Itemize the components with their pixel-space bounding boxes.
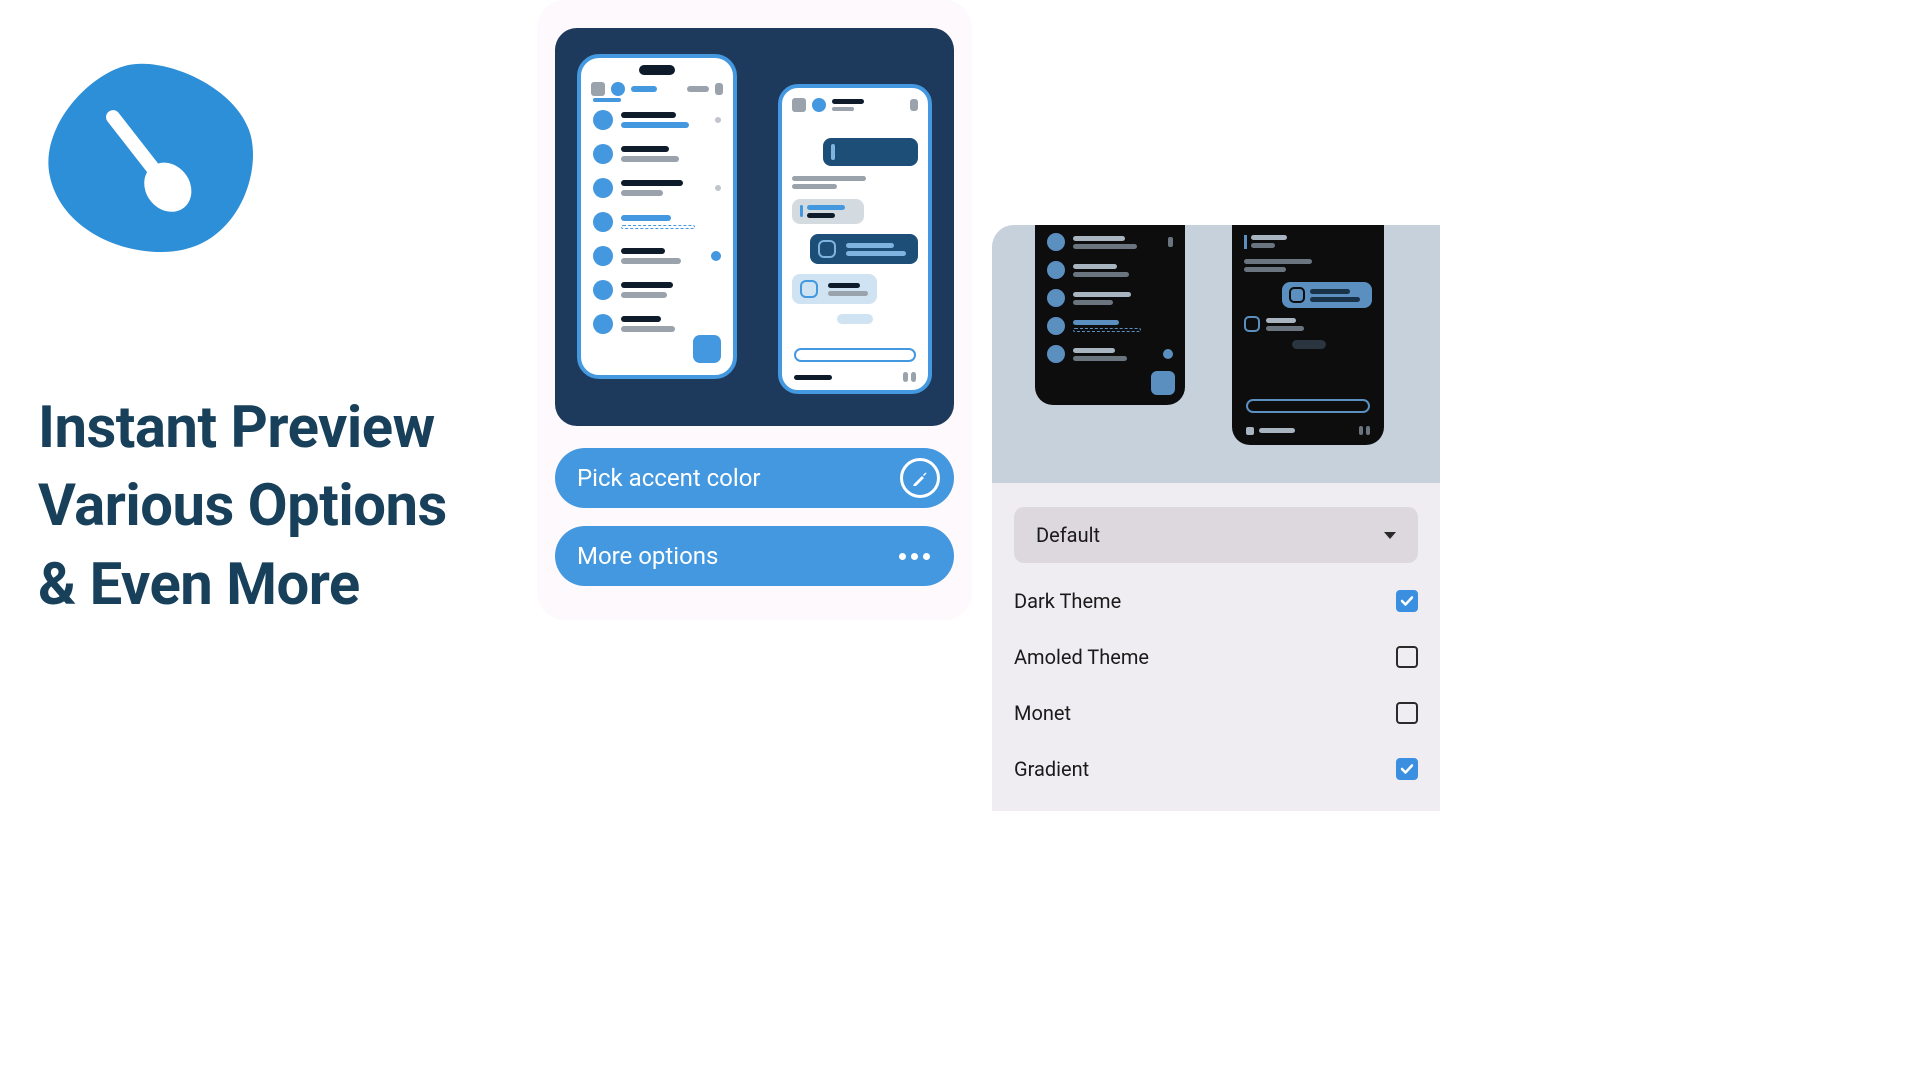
message-outgoing (810, 234, 918, 264)
attachment-icon (818, 240, 836, 258)
avatar-icon (593, 110, 613, 130)
avatar-icon (1047, 261, 1065, 279)
avatar-icon (1047, 289, 1065, 307)
more-icon (899, 553, 940, 560)
theme-option-amoled-theme[interactable]: Amoled Theme (1014, 645, 1418, 669)
message-incoming (792, 199, 864, 224)
fab-button-icon (1151, 371, 1175, 395)
avatar-icon (593, 212, 613, 232)
chat-row (593, 144, 721, 164)
headline-line-1: Instant Preview (38, 389, 447, 467)
preview-panel (555, 28, 954, 426)
theme-option-gradient[interactable]: Gradient (1014, 757, 1418, 781)
avatar-icon (1047, 317, 1065, 335)
attachment-icon (1289, 287, 1305, 303)
checkbox-checked-icon[interactable] (1396, 590, 1418, 612)
chat-row (593, 280, 721, 300)
avatar-icon (593, 246, 613, 266)
option-label: Amoled Theme (1014, 645, 1149, 669)
dropdown-value: Default (1036, 523, 1100, 547)
dark-preview-panel (992, 225, 1440, 483)
avatar-icon (593, 178, 613, 198)
message-input (1246, 399, 1370, 413)
chat-row (593, 110, 721, 130)
avatar-icon (1047, 345, 1065, 363)
pick-accent-label: Pick accent color (577, 464, 761, 492)
eyedropper-icon (900, 458, 940, 498)
unread-badge-icon (1163, 349, 1173, 359)
unread-badge-icon (711, 251, 721, 261)
phone-topbar (792, 98, 918, 112)
message-incoming (792, 274, 877, 304)
avatar-icon (593, 144, 613, 164)
phone-bottom-bar (1246, 426, 1370, 435)
more-options-button[interactable]: More options (555, 526, 954, 586)
attachment-icon (1244, 316, 1260, 332)
phone-topbar (591, 82, 723, 96)
preview-card: Pick accent color More options (537, 0, 972, 620)
theme-preset-dropdown[interactable]: Default (1014, 507, 1418, 563)
phone-bottom-bar (794, 372, 916, 382)
avatar-icon (593, 314, 613, 334)
fab-button-icon (693, 335, 721, 363)
phone-mockup-conversation (778, 84, 932, 394)
hero-section: Instant Preview Various Options & Even M… (38, 55, 447, 624)
dark-phone-chat-list (1035, 225, 1185, 405)
checkbox-checked-icon[interactable] (1396, 758, 1418, 780)
option-label: Monet (1014, 701, 1071, 725)
settings-card: Default Dark Theme Amoled Theme Monet Gradi… (992, 225, 1440, 811)
attachment-icon (800, 280, 818, 298)
headline-line-2: Various Options (38, 467, 447, 545)
checkbox-unchecked-icon[interactable] (1396, 646, 1418, 668)
phone-mockup-chat-list (577, 54, 737, 379)
chat-list (593, 110, 721, 348)
headline: Instant Preview Various Options & Even M… (38, 389, 447, 624)
avatar-icon (1047, 233, 1065, 251)
message-outgoing (823, 138, 918, 166)
checkbox-unchecked-icon[interactable] (1396, 702, 1418, 724)
dark-phone-conversation (1232, 225, 1384, 445)
theme-settings-panel: Default Dark Theme Amoled Theme Monet Gradi… (992, 483, 1440, 811)
message-outgoing (1282, 282, 1372, 308)
chat-row (593, 314, 721, 334)
option-label: Gradient (1014, 757, 1089, 781)
brush-logo-icon (38, 55, 258, 260)
more-options-label: More options (577, 542, 718, 570)
notch-icon (639, 65, 675, 75)
option-label: Dark Theme (1014, 589, 1121, 613)
message-list (792, 138, 918, 324)
chat-row (593, 178, 721, 198)
headline-line-3: & Even More (38, 546, 447, 624)
theme-option-monet[interactable]: Monet (1014, 701, 1418, 725)
avatar-icon (593, 280, 613, 300)
chat-row (593, 212, 721, 232)
theme-option-dark-theme[interactable]: Dark Theme (1014, 589, 1418, 613)
chat-row (593, 246, 721, 266)
message-input (794, 348, 916, 362)
pick-accent-color-button[interactable]: Pick accent color (555, 448, 954, 508)
chevron-down-icon (1384, 532, 1396, 539)
